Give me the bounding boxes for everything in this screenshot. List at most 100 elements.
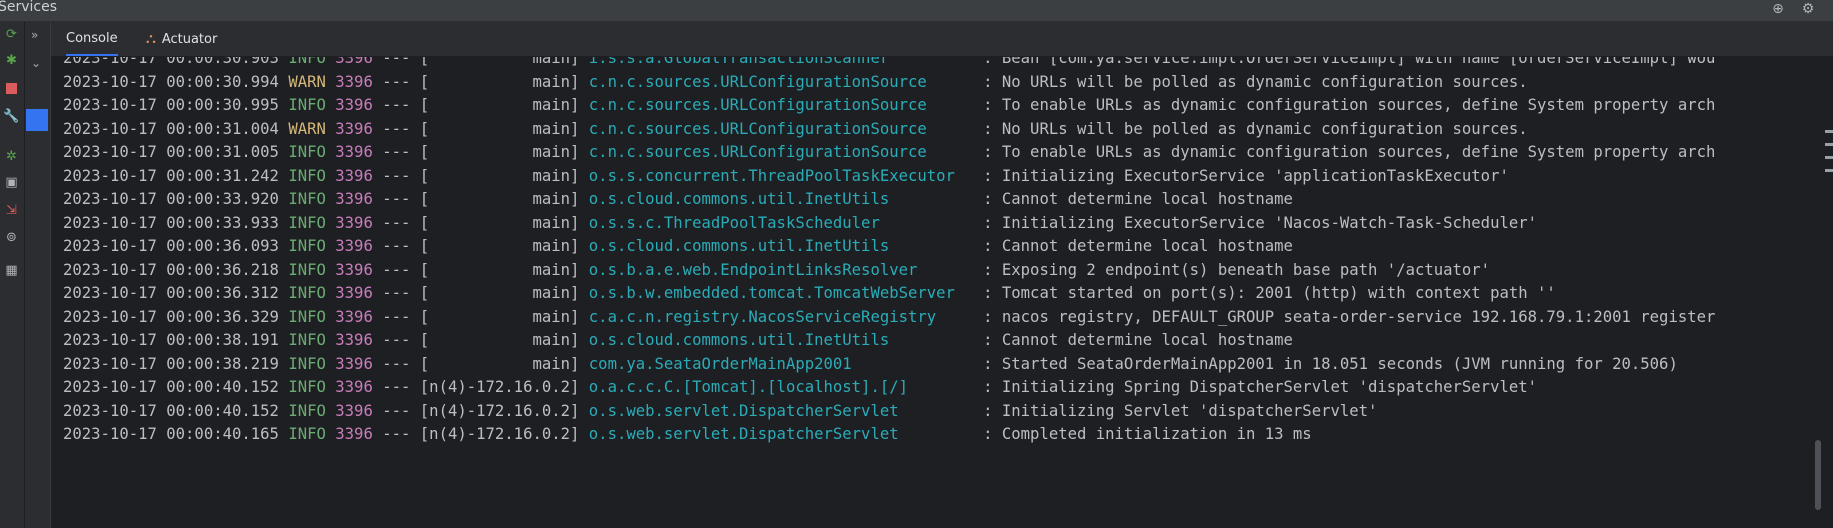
selected-service-marker[interactable] (26, 109, 48, 131)
log-pid: 3396 (335, 190, 373, 208)
log-line: 2023-10-17 00:00:33.933 INFO 3396 --- [ … (63, 213, 1538, 232)
log-logger: i.s.s.a.GlobalTransactionScanner (588, 57, 974, 67)
log-message: : Initializing Servlet 'dispatcherServle… (983, 401, 1378, 420)
tab-bar: Console ⛬ Actuator (51, 22, 1833, 57)
tab-console[interactable]: Console (66, 22, 118, 56)
log-level: INFO (288, 237, 326, 255)
log-pid: 3396 (335, 72, 373, 91)
log-line: 2023-10-17 00:00:36.218 INFO 3396 --- [ … (63, 260, 1491, 279)
log-timestamp: 2023-10-17 00:00:30.995 (63, 96, 279, 114)
log-pid: 3396 (335, 119, 373, 138)
log-logger: c.n.c.sources.URLConfigurationSource (588, 96, 974, 114)
log-level: WARN (288, 119, 326, 138)
stop-icon[interactable] (3, 80, 20, 97)
debug-rerun-icon[interactable]: ✱ (3, 52, 20, 69)
actuator-icon: ⛬ (146, 31, 156, 47)
log-thread: [n(4)-172.16.0.2] (419, 378, 580, 396)
log-pid: 3396 (335, 143, 373, 161)
log-thread: [ main] (419, 354, 580, 373)
debug-icon[interactable]: ✲ (3, 148, 20, 165)
scrollbar-thumb[interactable] (1815, 440, 1821, 510)
expand-icon[interactable]: » (31, 28, 38, 42)
log-logger: o.s.b.a.e.web.EndpointLinksResolver (588, 260, 974, 279)
log-line: 2023-10-17 00:00:31.005 INFO 3396 --- [ … (63, 143, 1716, 161)
log-thread: [ main] (419, 72, 580, 91)
log-timestamp: 2023-10-17 00:00:33.920 (63, 190, 279, 208)
chevron-down-icon[interactable]: ⌄ (31, 56, 41, 70)
log-thread: [ main] (419, 331, 580, 349)
log-pid: 3396 (335, 401, 373, 420)
log-line: 2023-10-17 00:00:31.004 WARN 3396 --- [ … (63, 119, 1528, 138)
log-message: : Completed initialization in 13 ms (983, 425, 1312, 443)
log-thread: [ main] (419, 57, 580, 67)
console-output[interactable]: 2023-10-17 00:00:30.903 INFO 3396 --- [ … (51, 57, 1833, 528)
log-message: : Cannot determine local hostname (983, 190, 1293, 208)
tab-actuator[interactable]: ⛬ Actuator (146, 22, 217, 56)
log-level: WARN (288, 72, 326, 91)
log-timestamp: 2023-10-17 00:00:30.994 (63, 72, 279, 91)
log-logger: o.a.c.c.C.[Tomcat].[localhost].[/] (588, 378, 974, 396)
log-pid: 3396 (335, 96, 373, 114)
log-logger: c.n.c.sources.URLConfigurationSource (588, 119, 974, 138)
log-message: : Initializing ExecutorService 'Nacos-Wa… (983, 213, 1538, 232)
log-pid: 3396 (335, 425, 373, 443)
log-level: INFO (288, 260, 326, 279)
log-pid: 3396 (335, 354, 373, 373)
log-logger: c.n.c.sources.URLConfigurationSource (588, 72, 974, 91)
log-logger: o.s.s.c.ThreadPoolTaskScheduler (588, 213, 974, 232)
log-line: 2023-10-17 00:00:30.903 INFO 3396 --- [ … (63, 57, 1715, 69)
log-thread: [n(4)-172.16.0.2] (419, 425, 580, 443)
log-logger: c.n.c.sources.URLConfigurationSource (588, 143, 974, 161)
tab-console-label: Console (66, 30, 118, 46)
crosshair-icon[interactable]: ⊕ (1771, 2, 1785, 16)
log-thread: [ main] (419, 284, 580, 302)
exit-icon[interactable]: ⇲ (3, 202, 20, 219)
log-level: INFO (288, 166, 326, 185)
log-pid: 3396 (335, 237, 373, 255)
log-logger: o.s.cloud.commons.util.InetUtils (588, 237, 974, 255)
log-timestamp: 2023-10-17 00:00:40.152 (63, 401, 279, 420)
log-line: 2023-10-17 00:00:40.152 INFO 3396 --- [n… (63, 378, 1538, 396)
log-level: INFO (288, 213, 326, 232)
log-pid: 3396 (335, 166, 373, 185)
log-timestamp: 2023-10-17 00:00:30.903 (63, 57, 279, 67)
log-message: : nacos registry, DEFAULT_GROUP seata-or… (983, 307, 1716, 326)
log-message: : No URLs will be polled as dynamic conf… (983, 119, 1528, 138)
log-pid: 3396 (335, 260, 373, 279)
log-logger: com.ya.SeataOrderMainApp2001 (588, 354, 974, 373)
log-line: 2023-10-17 00:00:40.165 INFO 3396 --- [n… (63, 425, 1312, 443)
log-thread: [ main] (419, 213, 580, 232)
log-timestamp: 2023-10-17 00:00:33.933 (63, 213, 279, 232)
log-message: : Initializing Spring DispatcherServlet … (983, 378, 1538, 396)
log-message: : To enable URLs as dynamic configuratio… (983, 143, 1716, 161)
wrench-icon[interactable]: 🔧 (3, 108, 20, 125)
log-pid: 3396 (335, 284, 373, 302)
log-logger: o.s.b.w.embedded.tomcat.TomcatWebServer (588, 284, 974, 302)
log-thread: [ main] (419, 260, 580, 279)
gear-icon[interactable]: ⚙ (1801, 2, 1815, 16)
log-logger: o.s.cloud.commons.util.InetUtils (588, 331, 974, 349)
log-timestamp: 2023-10-17 00:00:31.242 (63, 166, 279, 185)
log-pid: 3396 (335, 378, 373, 396)
log-level: INFO (288, 190, 326, 208)
search-icon[interactable]: ⊚ (3, 229, 20, 246)
log-message: : Bean [com.ya.service.impl.OrderService… (983, 57, 1716, 67)
log-logger: o.s.web.servlet.DispatcherServlet (588, 401, 974, 420)
camera-icon[interactable]: ▣ (3, 174, 20, 191)
log-line: 2023-10-17 00:00:36.312 INFO 3396 --- [ … (63, 284, 1556, 302)
log-pid: 3396 (335, 307, 373, 326)
log-level: INFO (288, 425, 326, 443)
log-logger: o.s.s.concurrent.ThreadPoolTaskExecutor (588, 166, 974, 185)
log-line: 2023-10-17 00:00:30.995 INFO 3396 --- [ … (63, 96, 1716, 114)
layout-icon[interactable]: ▦ (3, 262, 20, 279)
log-timestamp: 2023-10-17 00:00:36.312 (63, 284, 279, 302)
log-line: 2023-10-17 00:00:31.242 INFO 3396 --- [ … (63, 166, 1509, 185)
log-message: : Started SeataOrderMainApp2001 in 18.05… (983, 354, 1678, 373)
log-line: 2023-10-17 00:00:36.329 INFO 3396 --- [ … (63, 307, 1716, 326)
log-timestamp: 2023-10-17 00:00:36.329 (63, 307, 279, 326)
log-level: INFO (288, 307, 326, 326)
log-level: INFO (288, 401, 326, 420)
title-bar: Services ⊕ ⚙ (0, 0, 1833, 22)
rerun-icon[interactable]: ⟳ (3, 26, 20, 43)
log-line: 2023-10-17 00:00:38.219 INFO 3396 --- [ … (63, 354, 1678, 373)
